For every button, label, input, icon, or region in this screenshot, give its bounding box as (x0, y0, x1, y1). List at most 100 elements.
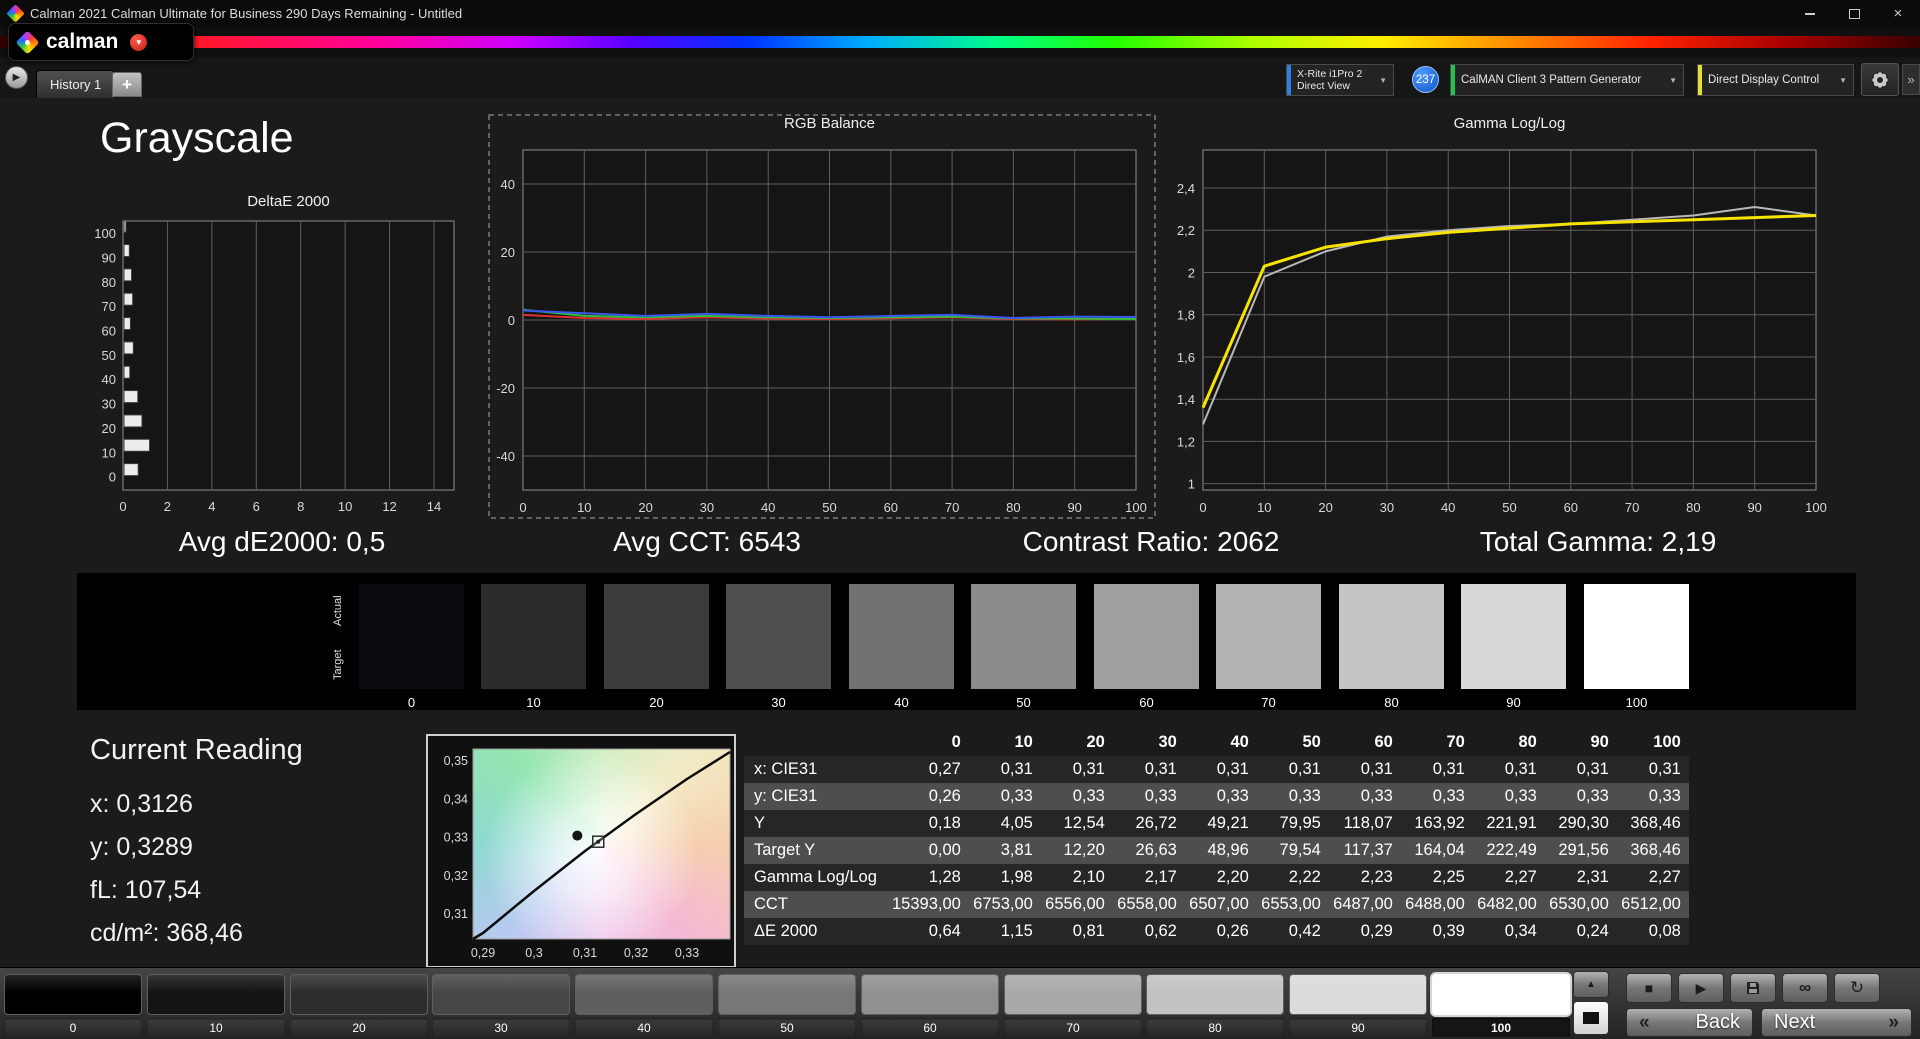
pattern-patch-50[interactable] (718, 974, 856, 1015)
stop-button[interactable]: ■ (1626, 973, 1672, 1003)
pattern-patch-label: 60 (861, 1018, 999, 1037)
svg-text:30: 30 (700, 500, 714, 515)
restore-icon (1848, 8, 1860, 19)
stat-avg-de2000: Avg dE2000: 0,5 (178, 526, 386, 557)
svg-text:0: 0 (109, 470, 116, 485)
svg-text:100: 100 (94, 226, 116, 241)
save-button[interactable] (1730, 973, 1776, 1003)
table-row: x: CIE31 0,27 0,31 0,31 0,31 0,31 0,31 0,31 0,31… (744, 756, 1689, 783)
table-cell: 6753,00 (968, 891, 1041, 918)
svg-text:10: 10 (1257, 500, 1271, 515)
table-cell: 291,56 (1544, 837, 1617, 864)
svg-text:20: 20 (638, 500, 652, 515)
pattern-patch-90[interactable] (1289, 974, 1427, 1015)
swatch-label: 50 (1016, 695, 1031, 710)
pattern-patch-70[interactable] (1004, 974, 1142, 1015)
svg-text:8: 8 (297, 499, 304, 514)
table-cell: 6512,00 (1616, 891, 1689, 918)
svg-text:6: 6 (253, 499, 260, 514)
pattern-source-dropdown[interactable]: CalMAN Client 3 Pattern Generator ▼ (1450, 64, 1684, 96)
pattern-patch-100[interactable] (1432, 974, 1570, 1015)
table-cell: 0,34 (1472, 918, 1545, 945)
rainbow-spectrum-strip (0, 36, 1920, 48)
back-label: Back (1695, 1011, 1740, 1033)
svg-text:80: 80 (1686, 500, 1700, 515)
grayscale-swatch-60 (1094, 584, 1199, 689)
expand-panel-button[interactable]: » (1902, 64, 1920, 95)
minimize-icon (1805, 12, 1815, 15)
rgb-balance-chart: 40 20 0 -20 -40 0 10 20 30 40 50 60 70 80 90 100 RGB Bal… (488, 114, 1156, 519)
pattern-patch-60[interactable] (861, 974, 999, 1015)
table-cell: 163,92 (1400, 810, 1473, 837)
table-cell: 0,33 (1184, 783, 1257, 810)
svg-text:12: 12 (382, 499, 396, 514)
table-cell: 0,33 (1112, 783, 1185, 810)
display-control-label: Direct Display Control (1708, 74, 1820, 86)
close-button[interactable]: × (1876, 0, 1920, 27)
grayscale-swatch-10 (481, 584, 586, 689)
pattern-patch-label: 100 (1432, 1018, 1570, 1037)
calman-logo-menu[interactable]: calman ▼ (8, 23, 194, 61)
swatch-label: 70 (1261, 695, 1276, 710)
meter-dropdown[interactable]: X-Rite i1Pro 2 Direct View ▼ (1286, 64, 1394, 96)
table-cell: 6553,00 (1256, 891, 1329, 918)
pattern-panel-up-button[interactable]: ▲ (1573, 971, 1609, 998)
svg-text:20: 20 (501, 245, 515, 260)
table-cell: 6530,00 (1544, 891, 1617, 918)
swatch-label: 100 (1625, 695, 1648, 710)
table-cell: 0,33 (1256, 783, 1329, 810)
table-cell: 15393,00 (892, 891, 969, 918)
stat-contrast-ratio: Contrast Ratio: 2062 (1022, 526, 1280, 557)
table-row-label: CCT (744, 891, 892, 918)
pattern-window-button[interactable] (1573, 1001, 1609, 1035)
pattern-patch-10[interactable] (147, 974, 285, 1015)
table-cell: 118,07 (1328, 810, 1401, 837)
loop-button[interactable]: ∞ (1782, 973, 1828, 1003)
pattern-patch-label: 40 (575, 1018, 713, 1037)
table-cell: 79,95 (1256, 810, 1329, 837)
table-cell: 2,27 (1616, 864, 1689, 891)
settings-gear-button[interactable] (1861, 63, 1899, 96)
refresh-button[interactable]: ↻ (1834, 973, 1880, 1003)
calman-menu-caret-icon[interactable]: ▼ (130, 33, 148, 51)
svg-text:10: 10 (338, 499, 352, 514)
table-cell: 164,04 (1400, 837, 1473, 864)
pattern-patch-0[interactable] (4, 974, 142, 1015)
table-cell: 0,31 (1544, 756, 1617, 783)
swatch-label: 60 (1139, 695, 1154, 710)
table-cell: 6556,00 (1040, 891, 1113, 918)
back-button[interactable]: « Back (1626, 1008, 1753, 1037)
workflow-advance-button[interactable]: ▶ (5, 66, 28, 89)
table-cell: 0,08 (1616, 918, 1689, 945)
table-col-header: 100 (1653, 733, 1681, 751)
grayscale-workspace: Grayscale 0 2 4 6 8 10 12 14 0 10 20 30 40 50 60 70 80 90… (0, 98, 1920, 968)
table-row-label: Target Y (744, 837, 892, 864)
pattern-patch-30[interactable] (432, 974, 570, 1015)
table-cell: 368,46 (1616, 837, 1689, 864)
add-tab-button[interactable]: + (112, 72, 142, 97)
play-button[interactable]: ▶ (1678, 973, 1724, 1003)
minimize-button[interactable] (1788, 0, 1832, 27)
pattern-window-icon (1583, 1012, 1599, 1024)
pattern-patch-20[interactable] (290, 974, 428, 1015)
table-cell: 0,31 (1328, 756, 1401, 783)
svg-text:Gamma Log/Log: Gamma Log/Log (1454, 115, 1566, 132)
display-control-dropdown[interactable]: Direct Display Control ▼ (1697, 64, 1854, 96)
tab-history-1[interactable]: History 1 (36, 70, 116, 99)
table-cell: 26,72 (1112, 810, 1185, 837)
table-row: Target Y 0,00 3,81 12,20 26,63 48,96 79,54 117,… (744, 837, 1689, 864)
pattern-patch-40[interactable] (575, 974, 713, 1015)
pattern-patch-label: 80 (1146, 1018, 1284, 1037)
svg-text:60: 60 (884, 500, 898, 515)
pattern-patch-80[interactable] (1146, 974, 1284, 1015)
table-cell: 1,98 (968, 864, 1041, 891)
svg-text:0,31: 0,31 (573, 946, 597, 960)
restore-button[interactable] (1832, 0, 1876, 27)
table-cell: 0,31 (1616, 756, 1689, 783)
table-cell: 2,31 (1544, 864, 1617, 891)
window-controls: × (1788, 0, 1920, 27)
table-cell: 290,30 (1544, 810, 1617, 837)
current-reading-panel: Current Reading x: 0,3126 y: 0,3289 fL: … (90, 734, 303, 955)
table-cell: 2,10 (1040, 864, 1113, 891)
next-button[interactable]: Next » (1761, 1008, 1912, 1037)
